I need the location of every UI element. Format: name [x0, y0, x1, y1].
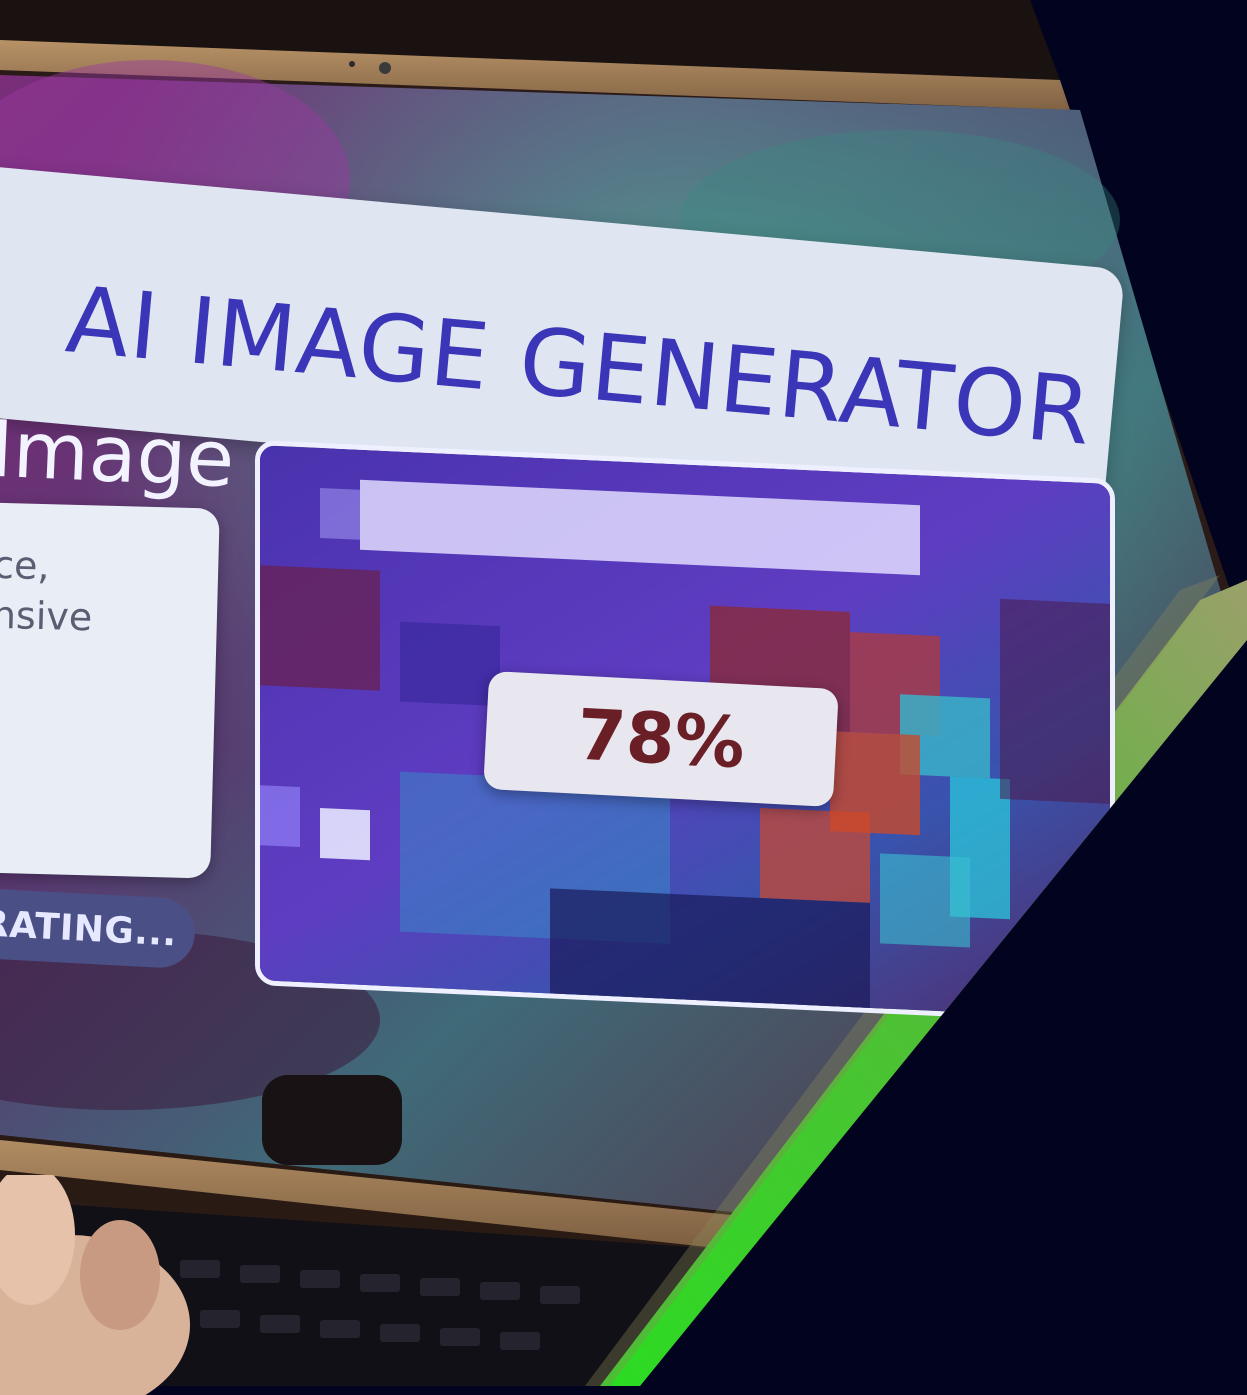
photo-scene: AI IMAGE GENERATOR Image ce, nsive NERAT…: [0, 0, 1247, 1395]
generate-button[interactable]: NERATING...: [0, 884, 197, 970]
progress-badge: 78%: [483, 670, 839, 808]
generate-button-label: NERATING...: [0, 899, 178, 954]
section-heading: Image: [0, 404, 237, 506]
prompt-text-line: ce,: [0, 542, 51, 589]
progress-percentage: 78%: [575, 693, 747, 785]
prompt-text-line: nsive: [0, 592, 93, 640]
hand-photo: [0, 1175, 190, 1395]
prompt-input[interactable]: ce, nsive: [0, 501, 220, 879]
